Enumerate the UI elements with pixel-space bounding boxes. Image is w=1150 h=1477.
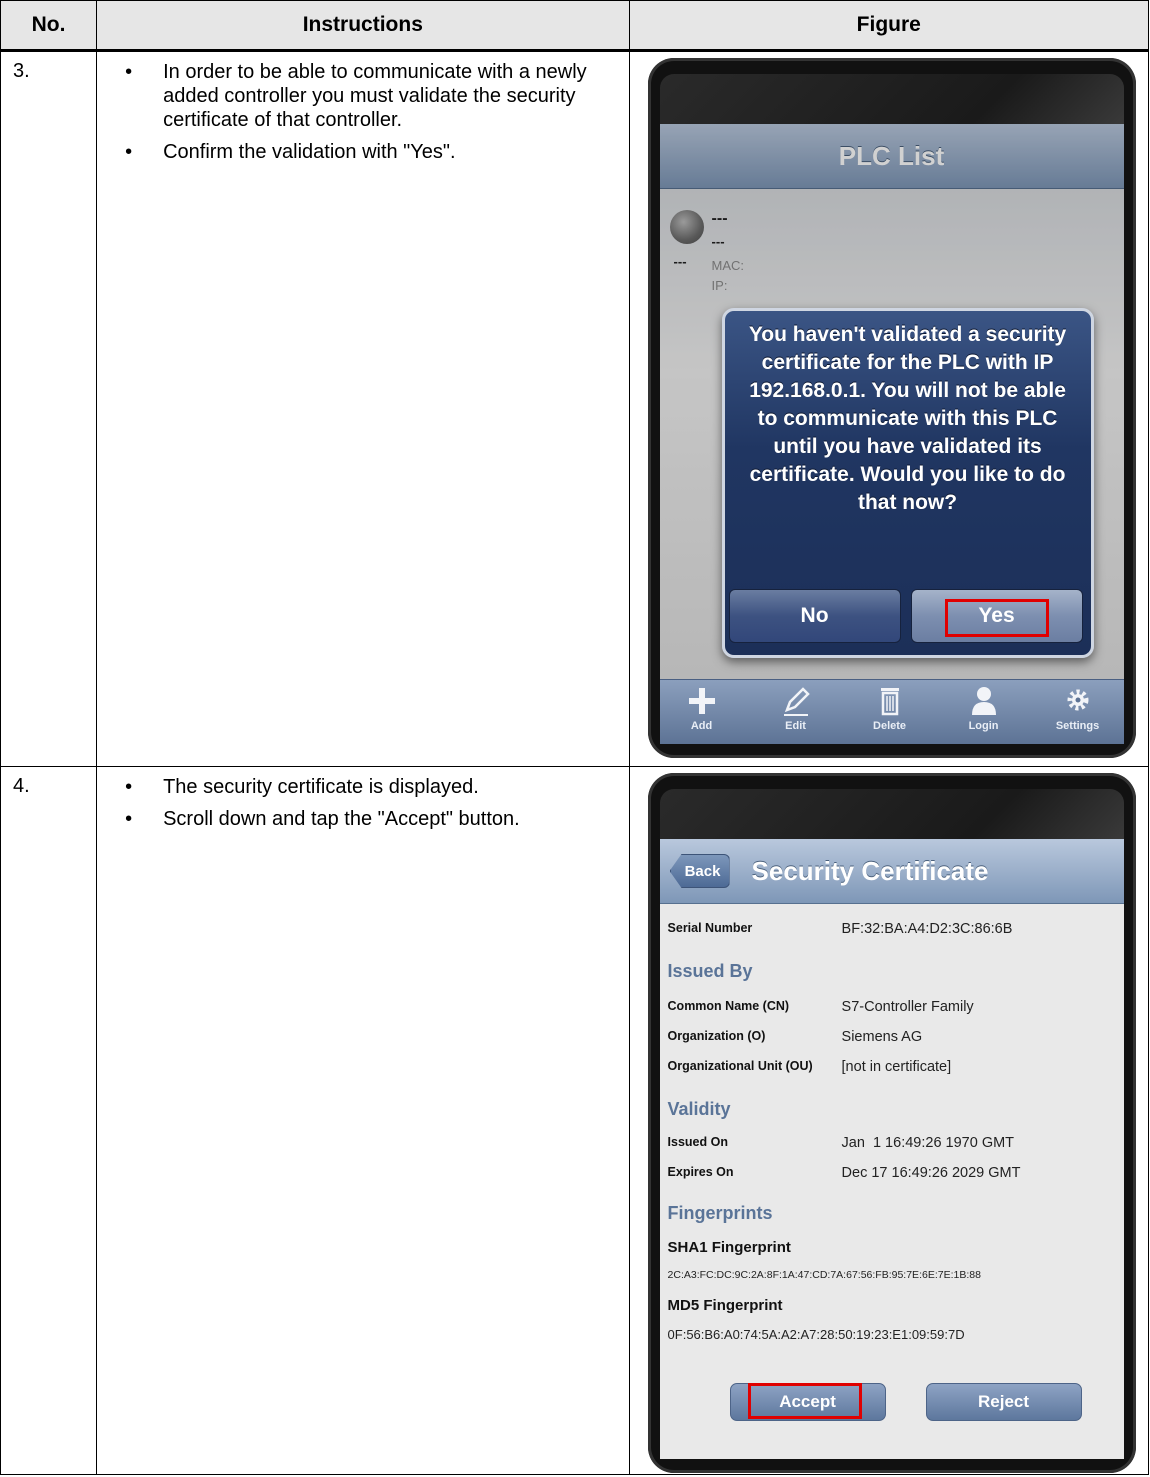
bullet-item: In order to be able to communicate with … xyxy=(111,60,618,132)
user-icon xyxy=(971,687,996,715)
o-value: Siemens AG xyxy=(841,1029,923,1045)
cn-row: Common Name (CN) S7-Controller Family xyxy=(668,999,974,1015)
tab-settings[interactable]: Settings xyxy=(1038,684,1118,732)
header-row: No. Instructions Figure xyxy=(0,0,1150,52)
step-row-4: 4. The security certificate is displayed… xyxy=(0,766,1150,1475)
status-bar xyxy=(659,789,1124,841)
gear-icon xyxy=(1067,689,1089,711)
phone-screen: Back Security Certificate Serial Number … xyxy=(659,839,1124,1459)
tab-label: Login xyxy=(968,720,999,732)
header-instructions: Instructions xyxy=(96,0,630,52)
step-number: 4. xyxy=(0,766,98,1475)
step-row-3: 3. In order to be able to communicate wi… xyxy=(0,50,1150,767)
step-figure: PLC List --- --- --- MAC: IP: You haven'… xyxy=(628,50,1150,767)
step-instructions: The security certificate is displayed. S… xyxy=(96,766,630,1475)
reject-button[interactable]: Reject xyxy=(925,1383,1082,1421)
phone-screenshot-certificate: Back Security Certificate Serial Number … xyxy=(647,773,1136,1473)
add-icon xyxy=(688,688,715,714)
phone-screen: PLC List --- --- --- MAC: IP: You haven'… xyxy=(659,124,1124,744)
tab-label: Delete xyxy=(873,720,907,732)
cn-value: S7-Controller Family xyxy=(841,999,974,1015)
o-row: Organization (O) Siemens AG xyxy=(668,1029,923,1045)
cn-label: Common Name (CN) xyxy=(667,999,790,1013)
nav-bar: Back Security Certificate xyxy=(659,839,1124,904)
issued-by-heading: Issued By xyxy=(667,961,753,981)
header-figure: Figure xyxy=(628,0,1150,52)
validation-alert: You haven't validated a security certifi… xyxy=(721,308,1094,658)
bullet-item: The security certificate is displayed. xyxy=(111,775,618,799)
highlight-box xyxy=(747,1383,862,1419)
tab-edit[interactable]: Edit xyxy=(756,684,836,732)
instructions-table: No. Instructions Figure 3. In order to b… xyxy=(0,0,1150,1475)
md5-label: MD5 Fingerprint xyxy=(667,1297,783,1314)
o-label: Organization (O) xyxy=(667,1029,766,1043)
expires-on-row: Expires On Dec 17 16:49:26 2029 GMT xyxy=(668,1165,1021,1181)
ou-row: Organizational Unit (OU) [not in certifi… xyxy=(668,1059,952,1075)
bullet-item: Confirm the validation with "Yes". xyxy=(111,140,618,164)
serial-value: BF:32:BA:A4:D2:3C:86:6B xyxy=(841,921,1013,937)
step-number: 3. xyxy=(0,50,98,767)
alert-no-button[interactable]: No xyxy=(728,589,901,643)
highlight-box xyxy=(944,599,1049,637)
ou-value: [not in certificate] xyxy=(841,1059,952,1075)
bullet-list: In order to be able to communicate with … xyxy=(111,60,618,164)
tab-label: Add xyxy=(690,720,713,732)
tab-label: Edit xyxy=(785,720,806,732)
step-figure: Back Security Certificate Serial Number … xyxy=(628,766,1150,1475)
validity-heading: Validity xyxy=(667,1099,731,1119)
ou-label: Organizational Unit (OU) xyxy=(667,1059,813,1073)
expires-on-label: Expires On xyxy=(667,1165,734,1179)
sha1-label: SHA1 Fingerprint xyxy=(667,1239,791,1256)
step-instructions: In order to be able to communicate with … xyxy=(96,50,630,767)
tab-login[interactable]: Login xyxy=(944,684,1024,732)
sha1-value: 2C:A3:FC:DC:9C:2A:8F:1A:47:CD:7A:67:56:F… xyxy=(667,1269,981,1281)
bullet-list: The security certificate is displayed. S… xyxy=(111,775,618,831)
serial-row: Serial Number BF:32:BA:A4:D2:3C:86:6B xyxy=(668,921,1013,937)
alert-message: You haven't validated a security certifi… xyxy=(748,323,1067,514)
phone-screenshot-plc-list: PLC List --- --- --- MAC: IP: You haven'… xyxy=(647,58,1136,758)
serial-label: Serial Number xyxy=(667,921,753,935)
issued-on-row: Issued On Jan 1 16:49:26 1970 GMT xyxy=(668,1135,1015,1151)
tab-delete[interactable]: Delete xyxy=(850,684,930,732)
pencil-icon xyxy=(783,687,810,716)
md5-value: 0F:56:B6:A0:74:5A:A2:A7:28:50:19:23:E1:0… xyxy=(667,1327,965,1342)
trash-icon xyxy=(880,688,899,716)
bullet-item: Scroll down and tap the "Accept" button. xyxy=(111,807,618,831)
fingerprints-heading: Fingerprints xyxy=(667,1203,773,1223)
certificate-details: Serial Number BF:32:BA:A4:D2:3C:86:6B Is… xyxy=(660,903,1124,1459)
back-button[interactable]: Back xyxy=(669,854,730,888)
expires-on-value: Dec 17 16:49:26 2029 GMT xyxy=(841,1165,1021,1181)
header-no: No. xyxy=(0,0,98,52)
tab-add[interactable]: Add xyxy=(662,684,742,732)
tab-label: Settings xyxy=(1055,720,1100,732)
nav-title: Security Certificate xyxy=(751,855,989,886)
status-bar xyxy=(659,74,1124,126)
issued-on-label: Issued On xyxy=(667,1135,728,1149)
issued-on-value: Jan 1 16:49:26 1970 GMT xyxy=(841,1135,1015,1151)
tab-bar: Add Edit Delete Login Settings xyxy=(659,679,1124,744)
